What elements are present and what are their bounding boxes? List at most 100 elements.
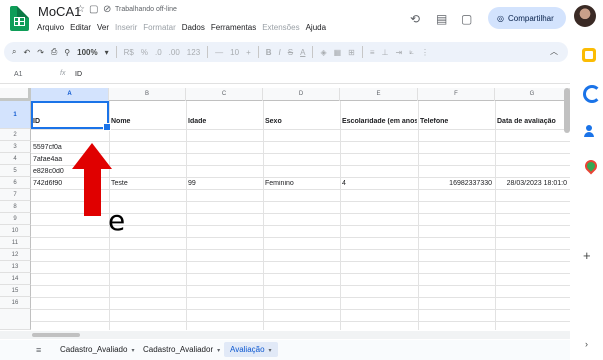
strikethrough-button[interactable]: S [288,48,293,57]
avatar[interactable] [574,5,596,27]
menu-inserir[interactable]: Inserir [115,23,137,32]
text-rotation-icon[interactable]: ⟀ [409,47,414,57]
tasks-icon[interactable] [582,84,601,103]
calendar-icon[interactable] [582,48,596,62]
align-horizontal-icon[interactable]: ≡ [370,48,375,57]
menu-dados[interactable]: Dados [182,23,205,32]
version-history-icon[interactable]: ⟲ [410,12,420,26]
menu-ferramentas[interactable]: Ferramentas [211,23,256,32]
sheet-tab-cadastro-avaliador[interactable]: Cadastro_Avaliador ▾ [143,345,220,354]
text-color-button[interactable]: A [300,48,305,57]
font-size-input[interactable]: 10 [230,48,239,57]
row-header-9[interactable]: 9 [0,213,31,225]
row-header-14[interactable]: 14 [0,273,31,285]
cell-b1[interactable]: Nome [111,118,185,125]
cell-b6[interactable]: Teste [111,180,185,187]
row-header-15[interactable]: 15 [0,285,31,297]
sheet-tab-cadastro-avaliado[interactable]: Cadastro_Avaliado ▾ [60,345,134,354]
merge-cells-icon[interactable]: ⊞ [348,48,355,57]
decrease-decimal-button[interactable]: .0 [155,48,162,57]
column-header-f[interactable]: F [418,88,495,101]
chevron-down-icon[interactable]: ▾ [131,348,134,354]
meet-icon[interactable]: ▢ [461,12,472,26]
cell-d6[interactable]: Feminino [265,180,339,187]
cell-g6[interactable]: 28/03/2023 18:01:0 [497,180,567,187]
chevron-down-icon[interactable]: ▾ [269,348,272,354]
font-size-decrease-button[interactable]: — [215,48,223,57]
comments-icon[interactable]: ▤ [436,12,447,26]
sheets-logo-icon[interactable] [10,6,29,31]
document-title[interactable]: MoCA1 [38,4,81,19]
number-format-button[interactable]: 123 [187,48,200,57]
increase-decimal-button[interactable]: .00 [169,48,180,57]
row-header-5[interactable]: 5 [0,165,31,177]
vertical-scroll-thumb[interactable] [564,88,570,133]
row-header-10[interactable]: 10 [0,225,31,237]
cell-g1[interactable]: Data de avaliação [497,118,567,125]
menu-arquivo[interactable]: Arquivo [37,23,64,32]
redo-icon[interactable]: ↷ [37,48,44,57]
row-header-1[interactable]: 1 [0,101,31,129]
search-icon[interactable]: ⌕ [12,47,16,57]
maps-icon[interactable] [582,160,596,174]
horizontal-scrollbar[interactable] [0,331,570,339]
column-header-c[interactable]: C [186,88,263,101]
expand-panel-icon[interactable]: › [585,339,588,349]
row-header-6[interactable]: 6 [0,177,31,189]
horizontal-scroll-thumb[interactable] [32,333,80,337]
row-header-16[interactable]: 16 [0,297,31,309]
cell-e6[interactable]: 4 [342,180,416,187]
font-size-increase-button[interactable]: + [246,48,251,57]
menu-editar[interactable]: Editar [70,23,91,32]
cell-f1[interactable]: Telefone [420,118,494,125]
row-header-8[interactable]: 8 [0,201,31,213]
row-header-3[interactable]: 3 [0,141,31,153]
column-header-e[interactable]: E [340,88,418,101]
borders-icon[interactable]: ▦ [334,48,342,57]
text-wrap-icon[interactable]: ⇥ [396,48,403,57]
undo-icon[interactable]: ↶ [23,48,30,57]
column-header-a[interactable]: A [31,88,109,101]
move-folder-icon[interactable]: ▢ [89,4,98,15]
chevron-down-icon[interactable]: ▾ [105,48,109,57]
zoom-select[interactable]: 100% [77,48,97,57]
more-options-icon[interactable]: ⋮ [421,48,429,57]
row-header-7[interactable]: 7 [0,189,31,201]
currency-format-button[interactable]: R$ [124,48,134,57]
star-icon[interactable]: ☆ [76,4,85,15]
formula-input[interactable]: ID [75,71,82,78]
cell-c1[interactable]: Idade [188,118,262,125]
cell-d1[interactable]: Sexo [265,118,339,125]
vertical-scrollbar[interactable] [564,88,570,330]
print-icon[interactable]: ⎙ [51,47,57,57]
select-all-corner[interactable] [0,88,31,101]
column-header-b[interactable]: B [109,88,186,101]
add-addon-icon[interactable]: + [583,248,591,263]
all-sheets-icon[interactable]: ≡ [36,345,41,355]
column-header-g[interactable]: G [495,88,570,101]
row-header-11[interactable]: 11 [0,237,31,249]
paint-format-icon[interactable]: ⚲ [64,48,70,57]
cell-f6[interactable]: 16982337330 [420,180,492,187]
name-box[interactable]: A1 [14,71,23,78]
percent-format-button[interactable]: % [141,48,148,57]
cell-c6[interactable]: 99 [188,180,262,187]
menu-extensoes[interactable]: Extensões [262,23,299,32]
menu-ver[interactable]: Ver [97,23,109,32]
share-button[interactable]: ◎ Compartilhar [488,7,566,29]
contacts-icon[interactable] [582,124,596,138]
cell-e1[interactable]: Escolaridade (em anos d [342,118,417,125]
align-vertical-icon[interactable]: ⊥ [382,48,389,57]
italic-button[interactable]: I [279,48,281,57]
row-header-2[interactable]: 2 [0,129,31,141]
sheet-tab-avaliacao[interactable]: Avaliação ▾ [224,342,278,357]
menu-ajuda[interactable]: Ajuda [306,23,326,32]
row-header-4[interactable]: 4 [0,153,31,165]
fill-color-icon[interactable]: ◈ [320,48,326,57]
row-header-12[interactable]: 12 [0,249,31,261]
bold-button[interactable]: B [266,48,272,57]
row-header-13[interactable]: 13 [0,261,31,273]
chevron-down-icon[interactable]: ▾ [217,348,220,354]
collapse-menu-icon[interactable]: ︿ [550,46,558,57]
column-header-d[interactable]: D [263,88,340,101]
